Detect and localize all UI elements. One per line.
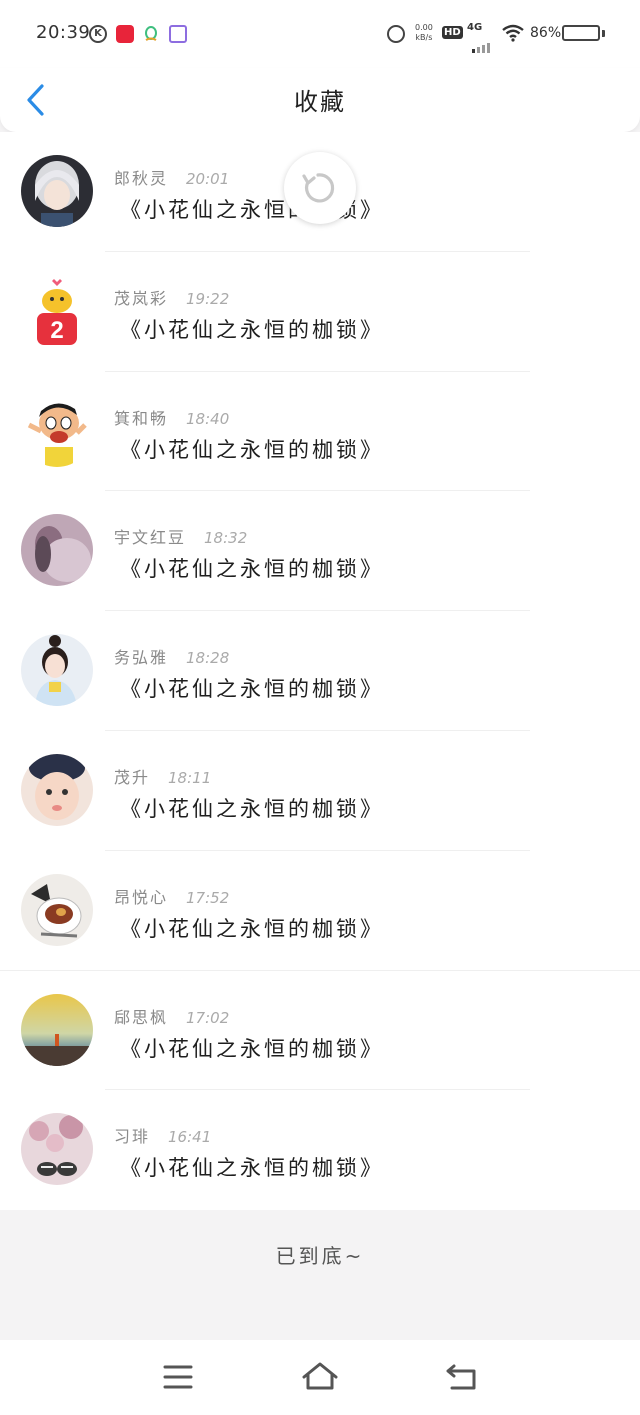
- grid-app-icon: [169, 25, 187, 43]
- avatar: [21, 753, 93, 826]
- avatar: [21, 155, 93, 227]
- status-time: 20:39: [36, 22, 91, 43]
- status-bar: 20:39 K 0.00 kB/s HD 4G 86%: [0, 0, 640, 68]
- system-back-button[interactable]: [442, 1360, 482, 1394]
- item-time: 18:32: [204, 529, 248, 548]
- item-title: 《小花仙之永恒的枷锁》: [120, 1156, 384, 1181]
- k-circle-icon: K: [89, 25, 107, 43]
- home-button[interactable]: [300, 1360, 340, 1394]
- page-title: 收藏: [294, 88, 346, 116]
- refresh-icon: [302, 173, 335, 203]
- avatar: [21, 1113, 93, 1186]
- item-name: 郎秋灵 20:01: [114, 169, 230, 188]
- loading-spinner: [284, 152, 356, 224]
- menu-button[interactable]: [158, 1360, 198, 1394]
- wifi-icon: [501, 24, 525, 46]
- item-name: 习琲 16:41: [114, 1127, 212, 1147]
- item-title: 《小花仙之永恒的枷锁》: [120, 796, 384, 821]
- item-name: 昂悦心 17:52: [114, 887, 230, 907]
- avatar: [21, 394, 93, 467]
- item-title: 《小花仙之永恒的枷锁》: [120, 437, 384, 462]
- item-time: 16:41: [168, 1128, 212, 1147]
- net-speed-unit: kB/s: [415, 33, 433, 42]
- item-title: 《小花仙之永恒的枷锁》: [120, 1036, 384, 1061]
- item-name: 务弘雅 18:28: [114, 648, 230, 668]
- item-title: 《小花仙之永恒的枷锁》: [120, 557, 384, 582]
- battery-percent: 86%: [530, 25, 562, 41]
- battery-tip: [602, 30, 605, 37]
- qq-icon: [142, 25, 160, 43]
- header-bar: 收藏: [0, 68, 640, 132]
- list-item[interactable]: 务弘雅 18:28 《小花仙之永恒的枷锁》: [0, 611, 640, 731]
- battery-icon: [562, 25, 600, 41]
- list-item[interactable]: 宇文红豆 18:32 《小花仙之永恒的枷锁》: [0, 491, 640, 612]
- back-icon: [446, 1364, 476, 1390]
- home-icon: [302, 1362, 338, 1390]
- list-item[interactable]: 习琲 16:41 《小花仙之永恒的枷锁》: [0, 1090, 640, 1210]
- item-name: 宇文红豆 18:32: [114, 528, 248, 548]
- signal-bars-icon: [472, 34, 492, 53]
- item-title: 《小花仙之永恒的枷锁》: [120, 677, 384, 702]
- avatar: 2: [21, 274, 93, 347]
- list-item[interactable]: 箕和畅 18:40 《小花仙之永恒的枷锁》: [0, 372, 640, 492]
- avatar: [21, 634, 93, 707]
- item-time: 17:02: [186, 1008, 230, 1027]
- item-title: 《小花仙之永恒的枷锁》: [120, 317, 384, 342]
- avatar: [21, 873, 93, 946]
- net-speed-value: 0.00: [415, 23, 433, 32]
- item-time: 17:52: [186, 888, 230, 907]
- hd-badge: HD: [442, 26, 463, 39]
- item-title: 《小花仙之永恒的枷锁》: [120, 916, 384, 941]
- item-time: 20:01: [186, 170, 230, 188]
- end-of-list-text: 已到底~: [275, 1244, 365, 1268]
- list-footer: 已到底~: [0, 1210, 640, 1340]
- avatar: [21, 993, 93, 1066]
- item-name: 郈思枫 17:02: [114, 1007, 230, 1027]
- net-speed: 0.00 kB/s: [415, 23, 433, 43]
- list-item[interactable]: 昂悦心 17:52 《小花仙之永恒的枷锁》: [0, 851, 640, 971]
- item-name: 箕和畅 18:40: [114, 408, 230, 428]
- item-time: 18:40: [186, 409, 230, 428]
- system-nav-bar: [0, 1340, 640, 1415]
- item-time: 19:22: [186, 289, 230, 308]
- list-item[interactable]: 2 茂岚彩 19:22 《小花仙之永恒的枷锁》: [0, 252, 640, 372]
- avatar: [21, 514, 93, 587]
- item-time: 18:11: [168, 768, 212, 787]
- item-name: 茂升 18:11: [114, 767, 212, 787]
- item-time: 18:28: [186, 649, 230, 668]
- xiaohongshu-icon: [116, 25, 134, 43]
- alarm-icon: [387, 25, 405, 43]
- item-name: 茂岚彩 19:22: [114, 288, 230, 308]
- svg-text:2: 2: [50, 317, 63, 344]
- list-item[interactable]: 郈思枫 17:02 《小花仙之永恒的枷锁》: [0, 971, 640, 1091]
- menu-icon: [163, 1365, 193, 1389]
- list-item[interactable]: 茂升 18:11 《小花仙之永恒的枷锁》: [0, 731, 640, 851]
- favorites-list: 郎秋灵 20:01 《小花仙之永恒的枷锁》 2 茂岚彩 19:22 《小花仙之永恒的…: [0, 132, 640, 1210]
- network-type: 4G: [467, 22, 483, 33]
